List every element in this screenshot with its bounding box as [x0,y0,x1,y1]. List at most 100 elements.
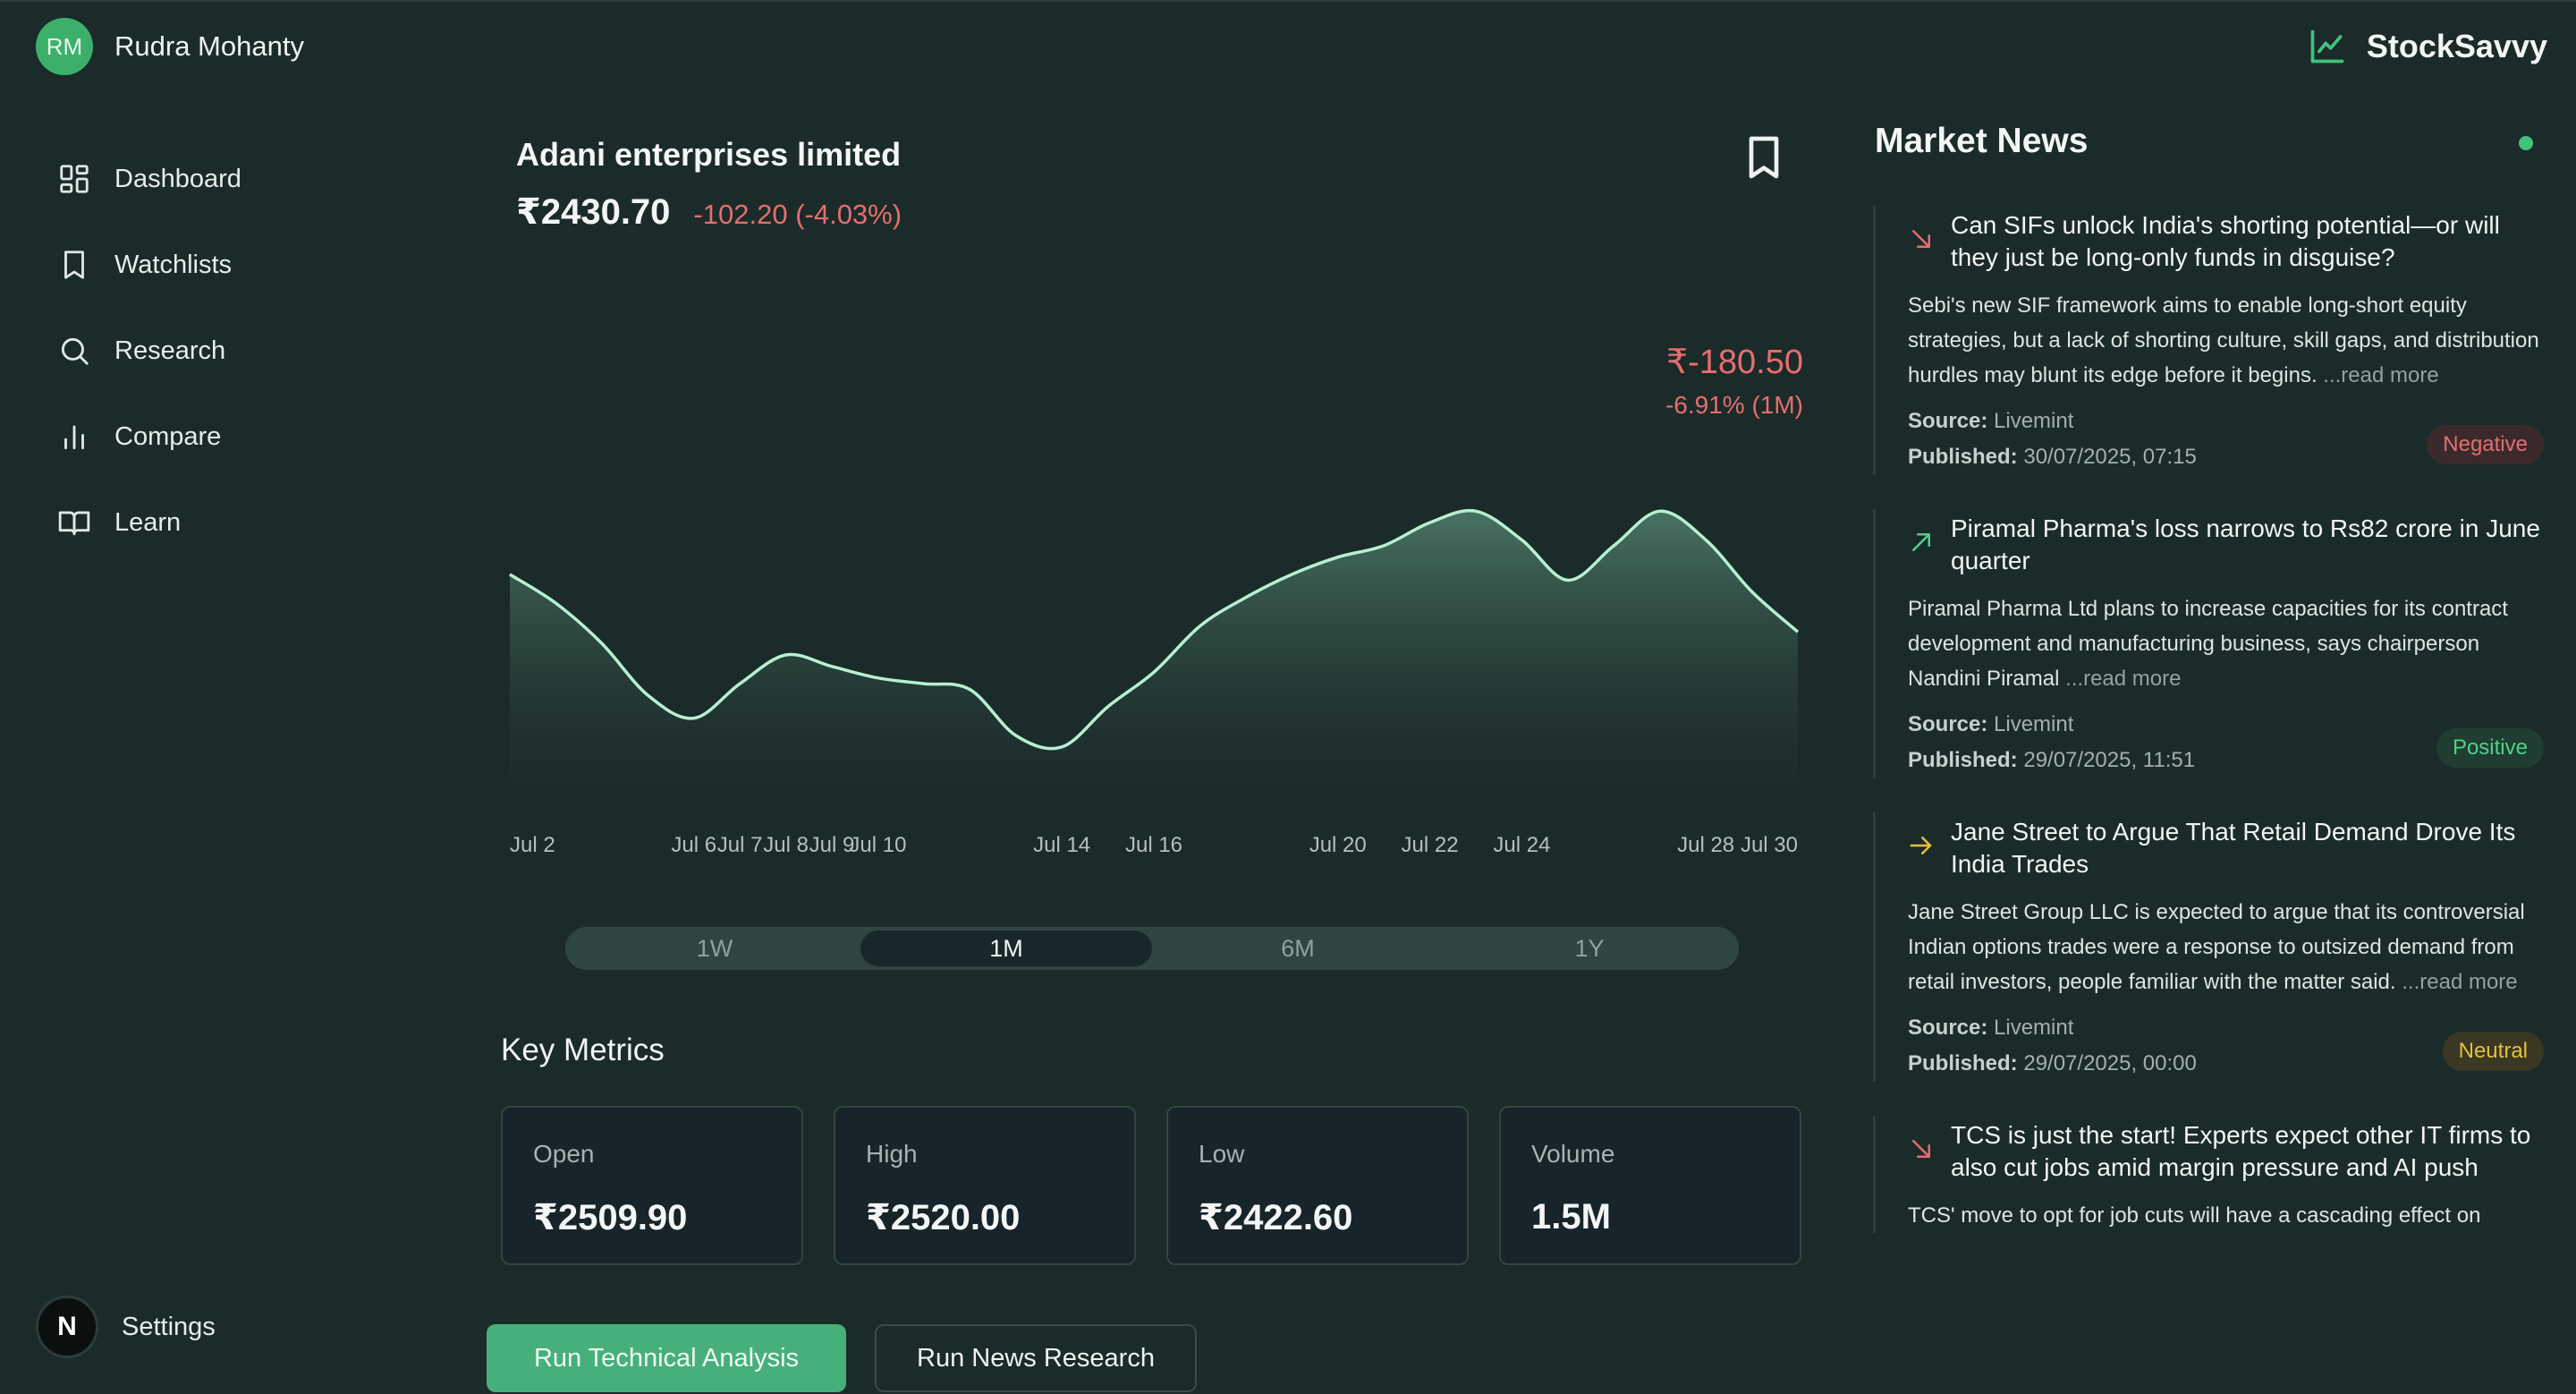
range-button-1m[interactable]: 1M [860,931,1152,966]
user-name: Rudra Mohanty [114,30,304,62]
period-change-pct: -6.91% (1M) [1665,391,1803,419]
published-value: 29/07/2025, 11:51 [2023,748,2196,772]
arrow-right-icon [1910,837,1932,854]
metric-label: Volume [1531,1140,1615,1168]
key-metrics-title: Key Metrics [501,1033,665,1067]
arrow-up-right-icon [1912,533,1930,551]
x-tick-label: Jul 14 [1033,833,1090,857]
user-profile[interactable]: RM Rudra Mohanty [36,18,304,75]
bookmark-icon [64,251,84,279]
x-tick-label: Jul 30 [1741,833,1798,857]
metric-value: ₹2509.90 [533,1198,688,1237]
news-summary: Sebi's new SIF framework aims to enable … [1908,288,2544,393]
book-icon [58,511,90,536]
search-icon [61,337,89,365]
news-headline[interactable]: Can SIFs unlock India's shorting potenti… [1951,209,2544,274]
metric-label: Open [533,1140,595,1168]
x-axis-ticks: Jul 2 Jul 6 Jul 7 Jul 8 Jul 9Jul 10 Jul 14 Jul… [510,833,1798,857]
metric-low: Low ₹2422.60 [1166,1106,1469,1265]
key-metrics: Open ₹2509.90 High ₹2520.00 Low ₹2422.60… [501,1106,1801,1265]
news-summary-text: Piramal Pharma Ltd plans to increase cap… [1908,597,2508,691]
period-change-value: ₹-180.50 [1665,344,1803,381]
published-label: Published: [1908,748,2018,772]
live-status-dot [2519,136,2533,150]
read-more-link[interactable]: ...read more [2065,667,2181,691]
read-more-link[interactable]: ...read more [2402,970,2517,994]
sidebar-item-research[interactable]: Research [57,308,242,394]
news-item[interactable]: Can SIFs unlock India's shorting potenti… [1873,206,2544,475]
metric-label: High [866,1140,918,1168]
x-tick-label: Jul 6 [671,833,716,857]
news-item[interactable]: Jane Street to Argue That Retail Demand … [1873,812,2544,1082]
published-label: Published: [1908,445,2018,469]
news-headline[interactable]: TCS is just the start! Experts expect ot… [1951,1119,2544,1184]
bookmark-icon [1749,136,1779,179]
news-headline[interactable]: Jane Street to Argue That Retail Demand … [1951,816,2544,880]
settings-logo[interactable]: N [36,1296,98,1358]
x-tick-label: Jul 28 [1677,833,1734,857]
sidebar-item-compare[interactable]: Compare [57,394,242,480]
sentiment-badge: Positive [2436,728,2544,768]
dashboard-icon [60,165,89,193]
news-summary: Piramal Pharma Ltd plans to increase cap… [1908,591,2544,696]
news-list: Can SIFs unlock India's shorting potenti… [1873,206,2544,1267]
sidebar-item-watchlists[interactable]: Watchlists [57,222,242,308]
settings-label: Settings [122,1312,216,1341]
sidebar-item-settings[interactable]: N Settings [36,1296,216,1358]
trend-chart-icon [2310,30,2344,64]
arrow-down-right-icon [1912,230,1930,248]
metric-open: Open ₹2509.90 [501,1106,803,1265]
brand-name: StockSavvy [2366,28,2547,64]
sidebar-item-learn[interactable]: Learn [57,480,242,565]
sidebar-item-label: Dashboard [114,164,242,193]
x-tick-label: Jul 7 [717,833,763,857]
price-row: ₹2430.70 -102.20 (-4.03%) [516,191,902,233]
avatar[interactable]: RM [36,18,93,75]
sidebar-nav: Dashboard Watchlists Research Compare Le… [57,136,242,565]
sidebar-item-label: Research [114,336,226,365]
news-header: Piramal Pharma's loss narrows to Rs82 cr… [1908,513,2544,577]
news-header: Jane Street to Argue That Retail Demand … [1908,816,2544,880]
x-tick-label: Jul 20 [1309,833,1367,857]
published-value: 29/07/2025, 00:00 [2023,1051,2197,1075]
sidebar-item-dashboard[interactable]: Dashboard [57,136,242,222]
app-window: RM Rudra Mohanty StockSavvy Dashboard Wa… [0,0,2576,1394]
run-technical-analysis-button[interactable]: Run Technical Analysis [487,1324,846,1392]
range-button-1y[interactable]: 1Y [1444,931,1735,966]
range-selector: 1W 1M 6M 1Y [565,927,1739,970]
metric-value: ₹2520.00 [866,1198,1021,1237]
read-more-link[interactable]: ...read more [2323,363,2438,387]
current-price: ₹2430.70 [516,192,671,232]
x-tick-label: Jul 8 [763,833,809,857]
source-label: Source: [1908,409,1988,433]
metric-high: High ₹2520.00 [834,1106,1136,1265]
stock-name: Adani enterprises limited [516,136,902,173]
news-item[interactable]: TCS is just the start! Experts expect ot… [1873,1116,2544,1233]
x-tick-label: Jul 24 [1493,833,1550,857]
bar-chart-icon [64,425,84,450]
x-tick-label: Jul 2 [510,833,555,857]
price-chart[interactable]: Jul 2 Jul 6 Jul 7 Jul 8 Jul 9 Jul 10 Jul 14 Jul… [501,467,1807,879]
sidebar-item-label: Watchlists [114,250,233,279]
sidebar-item-label: Learn [114,507,182,537]
price-change: -102.20 (-4.03%) [693,199,902,231]
source-value: Livemint [1994,1016,2074,1040]
market-news-title: Market News [1875,122,2089,160]
source-label: Source: [1908,712,1988,736]
sentiment-badge: Negative [2427,425,2544,464]
source-value: Livemint [1994,409,2074,433]
price-change-pct: (-4.03%) [795,199,902,230]
news-header: Can SIFs unlock India's shorting potenti… [1908,209,2544,274]
x-tick-label: Jul 16 [1125,833,1182,857]
run-news-research-button[interactable]: Run News Research [875,1324,1197,1392]
chart-area-fill [510,510,1798,816]
add-to-watchlist-button[interactable] [1739,131,1789,184]
news-headline[interactable]: Piramal Pharma's loss narrows to Rs82 cr… [1951,513,2544,577]
sentiment-badge: Neutral [2442,1032,2544,1071]
news-item[interactable]: Piramal Pharma's loss narrows to Rs82 cr… [1873,509,2544,778]
range-button-6m[interactable]: 6M [1152,931,1444,966]
news-summary: TCS' move to opt for job cuts will have … [1908,1198,2544,1233]
range-button-1w[interactable]: 1W [569,931,860,966]
metric-value: 1.5M [1531,1197,1611,1237]
news-header: TCS is just the start! Experts expect ot… [1908,1119,2544,1184]
